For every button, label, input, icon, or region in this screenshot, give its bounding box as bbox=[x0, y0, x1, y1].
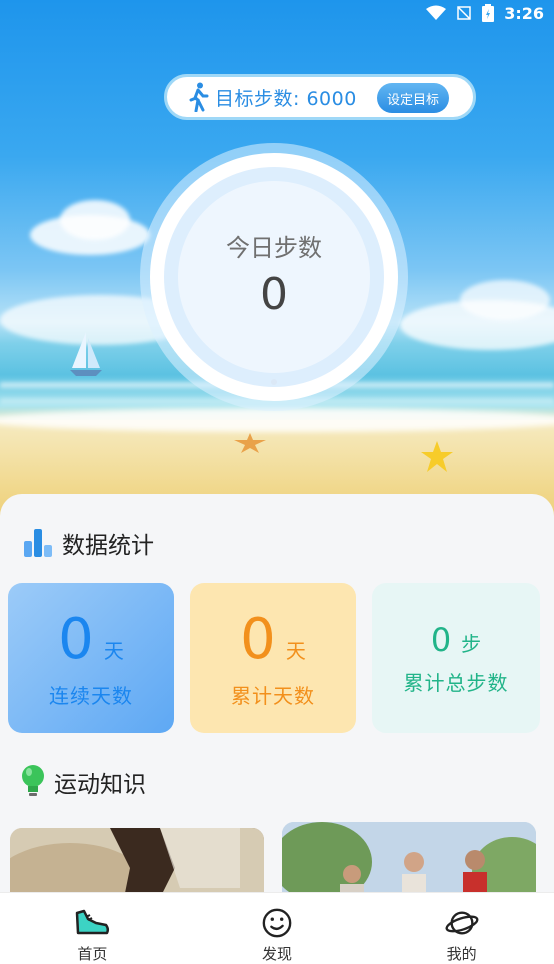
smile-face-icon bbox=[262, 908, 292, 938]
nav-profile[interactable]: 我的 bbox=[369, 893, 554, 964]
total-days-unit: 天 bbox=[285, 639, 306, 663]
starfish-icon bbox=[421, 441, 453, 472]
step-ring-center: 今日步数 0 bbox=[178, 181, 370, 373]
nav-profile-label: 我的 bbox=[446, 945, 477, 963]
goal-steps-label: 目标步数: 6000 bbox=[215, 87, 357, 110]
total-steps-card[interactable]: 0 步 累计总步数 bbox=[372, 583, 540, 733]
bottom-navigation: 首页 发现 我的 bbox=[0, 892, 554, 964]
stats-title: 数据统计 bbox=[62, 533, 154, 559]
today-steps-value: 0 bbox=[260, 269, 288, 320]
foam bbox=[0, 408, 554, 432]
status-time: 3:26 bbox=[504, 3, 544, 23]
planet-icon bbox=[445, 911, 479, 935]
today-steps-label: 今日步数 bbox=[226, 234, 322, 262]
cloud bbox=[460, 280, 550, 320]
total-days-label: 累计天数 bbox=[231, 684, 315, 708]
total-days-value: 0 bbox=[240, 607, 276, 672]
cloud bbox=[60, 200, 130, 240]
nav-discover[interactable]: 发现 bbox=[185, 893, 370, 964]
consecutive-days-value: 0 bbox=[58, 607, 94, 672]
walking-person-icon bbox=[189, 82, 209, 112]
status-bar: 3:26 bbox=[0, 0, 554, 26]
stats-section-header: 数据统计 bbox=[22, 526, 154, 560]
starfish-icon bbox=[234, 433, 266, 453]
ring-progress-dot bbox=[271, 379, 277, 385]
wifi-icon bbox=[426, 5, 447, 20]
set-goal-button[interactable]: 设定目标 bbox=[377, 83, 449, 113]
total-days-card[interactable]: 0 天 累计天数 bbox=[190, 583, 356, 733]
total-steps-value: 0 bbox=[430, 620, 452, 659]
battery-icon bbox=[482, 4, 495, 22]
nav-discover-label: 发现 bbox=[262, 945, 293, 963]
nav-home-label: 首页 bbox=[77, 945, 108, 963]
nav-home[interactable]: 首页 bbox=[0, 893, 185, 964]
consecutive-days-unit: 天 bbox=[103, 639, 124, 663]
knowledge-title: 运动知识 bbox=[54, 772, 146, 798]
total-steps-label: 累计总步数 bbox=[403, 670, 509, 695]
knowledge-section-header: 运动知识 bbox=[20, 764, 146, 800]
bar-chart-icon bbox=[24, 529, 52, 557]
no-signal-icon bbox=[457, 6, 471, 20]
sailboat-icon bbox=[70, 332, 102, 376]
lightbulb-icon bbox=[22, 765, 44, 796]
consecutive-days-card[interactable]: 0 天 连续天数 bbox=[8, 583, 174, 733]
sneaker-icon bbox=[76, 909, 110, 935]
total-steps-unit: 步 bbox=[461, 631, 482, 656]
goal-bar: 目标步数: 6000 设定目标 bbox=[164, 74, 476, 120]
consecutive-days-label: 连续天数 bbox=[49, 684, 133, 708]
